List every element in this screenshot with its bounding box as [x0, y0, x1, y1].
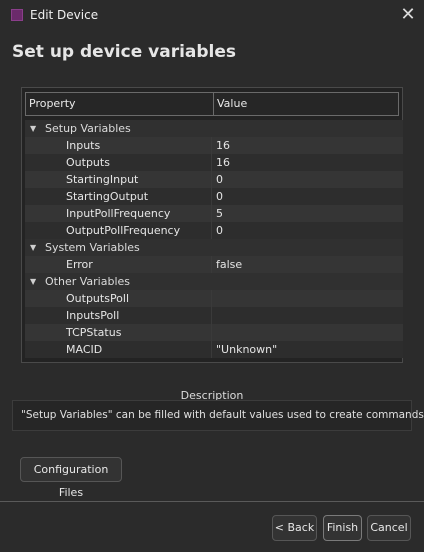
grid-property-row[interactable]: StartingInput 0 — [25, 171, 403, 188]
grid-property-row[interactable]: Outputs 16 — [25, 154, 403, 171]
grid-group-row[interactable]: ▼ System Variables — [25, 239, 403, 256]
property-value[interactable] — [211, 290, 403, 307]
group-cell: ▼ System Variables — [25, 239, 403, 256]
grid-property-row[interactable]: MACID "Unknown" — [25, 341, 403, 358]
grid-property-row[interactable]: Error false — [25, 256, 403, 273]
footer-separator — [0, 501, 424, 502]
finish-button[interactable]: Finish — [323, 515, 362, 541]
property-value[interactable]: 0 — [211, 222, 403, 239]
property-name-cell: Inputs — [25, 137, 211, 154]
property-name: OutputsPoll — [66, 292, 130, 305]
property-name-cell: Outputs — [25, 154, 211, 171]
description-text: "Setup Variables" can be filled with def… — [21, 409, 424, 421]
property-name: StartingOutput — [66, 190, 149, 203]
group-label: System Variables — [45, 241, 140, 254]
app-icon — [11, 9, 23, 21]
configuration-files-button[interactable]: Configuration Files — [20, 457, 122, 499]
group-cell: ▼ Other Variables — [25, 273, 403, 290]
property-name-cell: Error — [25, 256, 211, 273]
property-value[interactable]: 0 — [211, 188, 403, 205]
property-name-cell: StartingOutput — [25, 188, 211, 205]
column-header-property[interactable]: Property — [26, 93, 214, 115]
property-name: Inputs — [66, 139, 101, 152]
property-name: OutputPollFrequency — [66, 224, 181, 237]
property-name: TCPStatus — [66, 326, 122, 339]
grid-property-row[interactable]: InputPollFrequency 5 — [25, 205, 403, 222]
property-value[interactable]: 0 — [211, 171, 403, 188]
grid-group-row[interactable]: ▼ Setup Variables — [25, 120, 403, 137]
cancel-button[interactable]: Cancel — [367, 515, 411, 541]
column-header-value[interactable]: Value — [214, 93, 398, 115]
property-name: Error — [66, 258, 93, 271]
close-icon[interactable]: ✕ — [398, 5, 418, 25]
property-name: InputsPoll — [66, 309, 120, 322]
grid-property-row[interactable]: StartingOutput 0 — [25, 188, 403, 205]
property-grid: Property Value ▼ Setup Variables Inputs 16 O… — [21, 87, 403, 363]
property-value[interactable]: "Unknown" — [211, 341, 403, 358]
grid-property-row[interactable]: TCPStatus — [25, 324, 403, 341]
group-label: Other Variables — [45, 275, 130, 288]
property-name: StartingInput — [66, 173, 139, 186]
property-name-cell: OutputsPoll — [25, 290, 211, 307]
grid-rows: ▼ Setup Variables Inputs 16 Outputs 16 Startin… — [25, 120, 403, 358]
grid-property-row[interactable]: Inputs 16 — [25, 137, 403, 154]
property-value[interactable] — [211, 324, 403, 341]
property-name-cell: MACID — [25, 341, 211, 358]
property-name: Outputs — [66, 156, 110, 169]
property-name-cell: InputsPoll — [25, 307, 211, 324]
back-button[interactable]: < Back — [272, 515, 317, 541]
collapse-caret-icon[interactable]: ▼ — [30, 239, 36, 256]
window-title: Edit Device — [30, 8, 99, 22]
property-name-cell: OutputPollFrequency — [25, 222, 211, 239]
grid-property-row[interactable]: InputsPoll — [25, 307, 403, 324]
title-bar: Edit Device ✕ — [0, 0, 424, 32]
group-cell: ▼ Setup Variables — [25, 120, 403, 137]
grid-group-row[interactable]: ▼ Other Variables — [25, 273, 403, 290]
property-value[interactable]: false — [211, 256, 403, 273]
description-box: "Setup Variables" can be filled with def… — [12, 400, 424, 431]
page-title: Set up device variables — [12, 42, 237, 62]
collapse-caret-icon[interactable]: ▼ — [30, 120, 36, 137]
grid-property-row[interactable]: OutputsPoll — [25, 290, 403, 307]
grid-header: Property Value — [25, 92, 399, 116]
property-name-cell: StartingInput — [25, 171, 211, 188]
property-name-cell: TCPStatus — [25, 324, 211, 341]
property-name-cell: InputPollFrequency — [25, 205, 211, 222]
property-name: MACID — [66, 343, 103, 356]
property-value[interactable]: 5 — [211, 205, 403, 222]
property-value[interactable]: 16 — [211, 137, 403, 154]
grid-property-row[interactable]: OutputPollFrequency 0 — [25, 222, 403, 239]
property-name: InputPollFrequency — [66, 207, 171, 220]
property-value[interactable]: 16 — [211, 154, 403, 171]
group-label: Setup Variables — [45, 122, 131, 135]
collapse-caret-icon[interactable]: ▼ — [30, 273, 36, 290]
property-value[interactable] — [211, 307, 403, 324]
